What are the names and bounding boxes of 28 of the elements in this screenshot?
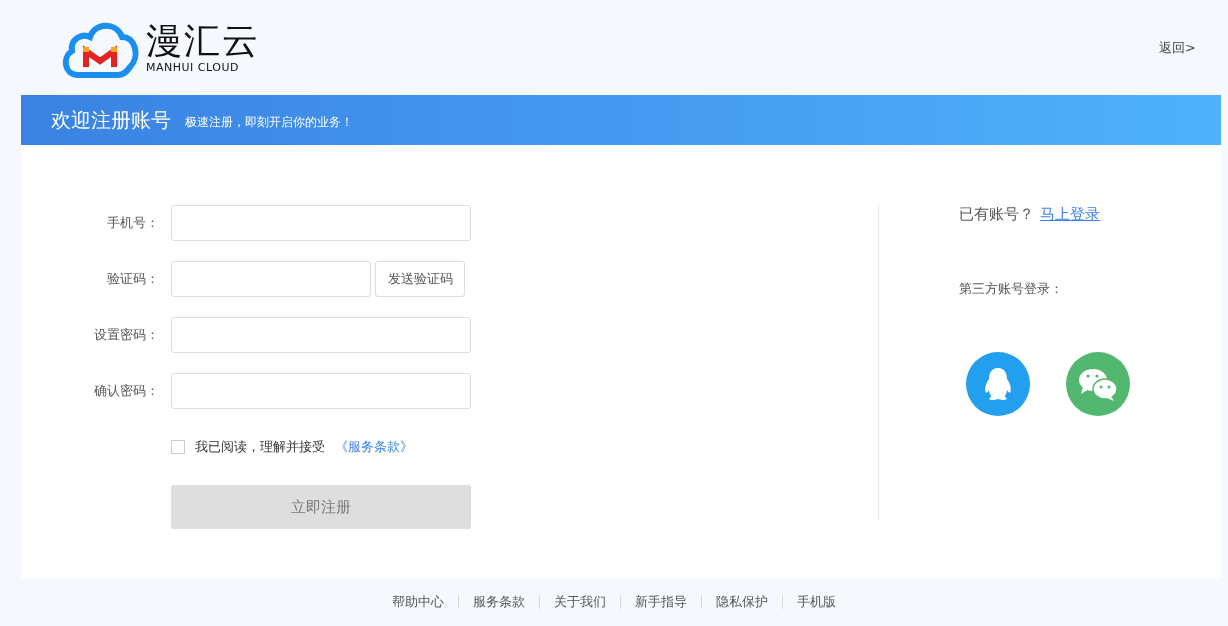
input-field[interactable]	[171, 373, 471, 409]
field-label: 验证码：	[106, 270, 159, 288]
footer-link[interactable]: 服务条款	[458, 595, 539, 609]
penguin-icon	[983, 367, 1013, 401]
footer-link[interactable]: 隐私保护	[701, 595, 782, 609]
back-link[interactable]: 返回>	[1159, 38, 1196, 57]
terms-link[interactable]: 《服务条款》	[335, 438, 413, 456]
footer-link[interactable]: 帮助中心	[378, 595, 458, 609]
field-label: 确认密码：	[93, 382, 159, 400]
send-code-button[interactable]: 发送验证码	[375, 261, 465, 297]
logo-title: 漫汇云	[146, 21, 260, 61]
agreement-text: 我已阅读，理解并接受	[195, 438, 325, 456]
footer-link[interactable]: 新手指导	[620, 595, 701, 609]
input-field[interactable]	[171, 205, 471, 241]
input-field[interactable]	[171, 317, 471, 353]
footer-link[interactable]: 手机版	[782, 595, 850, 609]
chat-bubbles-icon	[1078, 367, 1118, 401]
field-label: 手机号：	[106, 214, 159, 232]
banner-subtitle: 极速注册，即刻开启你的业务！	[185, 113, 353, 131]
input-field[interactable]	[171, 261, 371, 297]
login-link[interactable]: 马上登录	[1040, 205, 1100, 224]
field-label: 设置密码：	[93, 326, 159, 344]
footer-link[interactable]: 关于我们	[539, 595, 620, 609]
third-party-label: 第三方账号登录：	[959, 280, 1064, 298]
checkbox[interactable]	[171, 440, 185, 454]
logo-subtitle: MANHUI CLOUD	[146, 61, 239, 74]
account-prompt: 已有账号？	[959, 205, 1034, 224]
banner-title: 欢迎注册账号	[51, 106, 171, 134]
